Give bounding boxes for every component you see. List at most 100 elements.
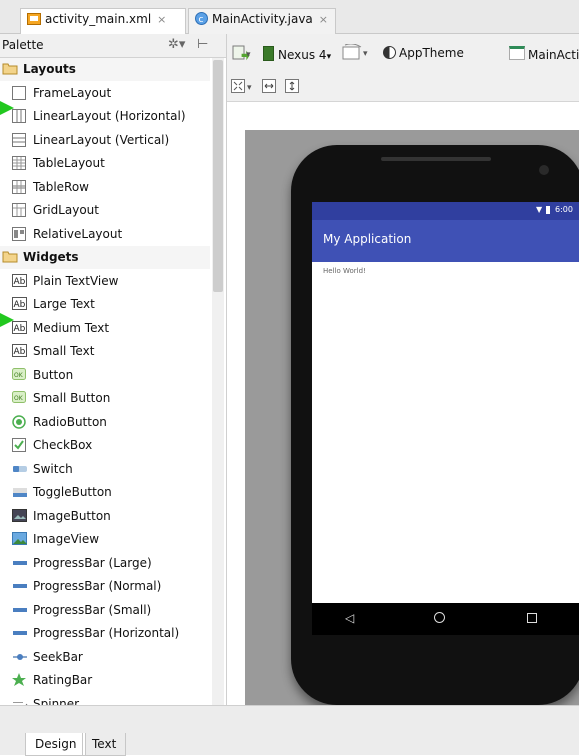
palette-item-label: Small Button bbox=[33, 391, 111, 405]
svg-text:OK: OK bbox=[14, 372, 24, 379]
svg-text:OK: OK bbox=[14, 395, 24, 402]
phone-screen[interactable]: Hello World! bbox=[312, 202, 579, 635]
tab-main-activity-java[interactable]: c MainActivity.java × bbox=[188, 8, 336, 34]
editor-tab-bar: activity_main.xml × c MainActivity.java × bbox=[0, 0, 579, 34]
ok-button-icon: OK bbox=[12, 367, 28, 382]
hello-world-text[interactable]: Hello World! bbox=[323, 267, 366, 275]
tab-design[interactable]: Design bbox=[25, 733, 87, 756]
palette-item-progressbar-small[interactable]: ProgressBar (Small) bbox=[0, 599, 210, 622]
designer-toolbar: ▾ Nexus 4▾ ▾ AppTheme MainActi bbox=[227, 34, 579, 74]
tab-activity-main-xml[interactable]: activity_main.xml × bbox=[20, 8, 186, 34]
radio-icon bbox=[12, 414, 28, 429]
ok-button-icon: OK bbox=[12, 391, 28, 405]
palette-item-switch[interactable]: Switch bbox=[0, 458, 210, 481]
text-ab-icon: Ab bbox=[12, 344, 28, 358]
gear-icon[interactable]: ✲▾ bbox=[168, 37, 185, 52]
tab-text[interactable]: Text bbox=[82, 733, 127, 756]
palette-item-medium-text[interactable]: Ab Medium Text bbox=[0, 317, 210, 340]
palette-item-label: ProgressBar (Horizontal) bbox=[33, 626, 180, 640]
palette-item-label: GridLayout bbox=[33, 203, 99, 217]
palette-item-small-button[interactable]: OK Small Button bbox=[0, 387, 210, 410]
tab-label: MainActivity.java bbox=[212, 12, 313, 26]
palette-item-label: Large Text bbox=[33, 297, 95, 311]
grid-layout-icon bbox=[12, 203, 28, 217]
palette-item-imageview[interactable]: ImageView bbox=[0, 528, 210, 551]
recents-icon[interactable] bbox=[527, 613, 537, 623]
palette-item-label: ProgressBar (Small) bbox=[33, 602, 152, 617]
pointer-arrow-icon bbox=[0, 313, 14, 327]
palette-item-label: ImageButton bbox=[33, 508, 111, 523]
toggle-icon bbox=[12, 485, 28, 499]
palette-category-widgets[interactable]: Widgets bbox=[0, 246, 210, 269]
progress-icon bbox=[12, 603, 28, 617]
svg-text:Ab: Ab bbox=[14, 300, 26, 310]
theme-selector[interactable]: AppTheme bbox=[383, 46, 464, 60]
palette-item-seekbar[interactable]: SeekBar bbox=[0, 646, 210, 669]
zoom-options-icon[interactable]: ▾ bbox=[231, 79, 255, 98]
palette-item-linearlayout-horizontal[interactable]: LinearLayout (Horizontal) bbox=[0, 105, 210, 128]
pin-icon[interactable]: ⊢ bbox=[197, 37, 208, 52]
palette-scroll-thumb[interactable] bbox=[213, 60, 223, 292]
palette-item-checkbox[interactable]: CheckBox bbox=[0, 434, 210, 457]
palette-category-layouts[interactable]: Layouts bbox=[0, 58, 210, 81]
palette-item-button[interactable]: OK Button bbox=[0, 364, 210, 387]
app-title: My Application bbox=[323, 232, 412, 246]
svg-text:c: c bbox=[199, 15, 204, 25]
frame-layout-icon bbox=[12, 85, 28, 100]
table-layout-icon bbox=[12, 156, 28, 170]
palette-item-plain-textview[interactable]: Ab Plain TextView bbox=[0, 270, 210, 293]
device-orientation-icon[interactable]: ▾ bbox=[232, 45, 254, 64]
palette-panel: Palette ✲▾ ⊢ Layouts FrameLayout LinearLay… bbox=[0, 34, 227, 711]
navigation-bar: ◁ bbox=[312, 603, 579, 635]
palette-item-label: ToggleButton bbox=[33, 485, 112, 499]
folder-icon bbox=[2, 62, 18, 76]
activity-icon bbox=[509, 46, 525, 60]
palette-item-ratingbar[interactable]: RatingBar bbox=[0, 669, 210, 692]
activity-selector[interactable]: MainActi bbox=[509, 46, 579, 62]
palette-item-label: RatingBar bbox=[33, 673, 93, 687]
palette-item-small-text[interactable]: Ab Small Text bbox=[0, 340, 210, 363]
home-icon[interactable] bbox=[434, 612, 445, 623]
palette-item-label: FrameLayout bbox=[33, 85, 112, 100]
bottom-tab-bar: Design Text bbox=[0, 705, 579, 756]
palette-item-imagebutton[interactable]: ImageButton bbox=[0, 505, 210, 528]
close-icon[interactable]: × bbox=[319, 13, 328, 26]
linear-horizontal-icon bbox=[12, 109, 28, 123]
palette-item-label: Medium Text bbox=[33, 320, 110, 335]
palette-item-label: Widgets bbox=[23, 250, 79, 264]
palette-item-label: Button bbox=[33, 367, 74, 382]
battery-icon bbox=[546, 206, 550, 214]
palette-item-radiobutton[interactable]: RadioButton bbox=[0, 411, 210, 434]
palette-item-relativelayout[interactable]: RelativeLayout bbox=[0, 223, 210, 246]
status-bar: ▼ 6:00 bbox=[312, 202, 579, 220]
wifi-icon: ▼ bbox=[536, 205, 543, 214]
fit-height-icon[interactable] bbox=[285, 79, 300, 97]
device-selector[interactable]: Nexus 4▾ bbox=[263, 46, 331, 62]
orientation-selector[interactable]: ▾ bbox=[342, 43, 372, 63]
image-button-icon bbox=[12, 508, 28, 523]
close-icon[interactable]: × bbox=[157, 13, 166, 26]
phone-speaker bbox=[381, 157, 491, 161]
palette-item-framelayout[interactable]: FrameLayout bbox=[0, 82, 210, 105]
palette-item-gridlayout[interactable]: GridLayout bbox=[0, 199, 210, 222]
palette-item-tablerow[interactable]: TableRow bbox=[0, 176, 210, 199]
palette-item-progressbar-normal[interactable]: ProgressBar (Normal) bbox=[0, 575, 210, 598]
layout-file-icon bbox=[27, 12, 41, 28]
status-time: 6:00 bbox=[555, 205, 573, 214]
palette-item-label: ProgressBar (Normal) bbox=[33, 579, 162, 593]
activity-label: MainActi bbox=[528, 48, 579, 62]
folder-icon bbox=[2, 250, 18, 264]
palette-item-linearlayout-vertical[interactable]: LinearLayout (Vertical) bbox=[0, 129, 210, 152]
svg-text:▾: ▾ bbox=[247, 83, 252, 93]
palette-item-togglebutton[interactable]: ToggleButton bbox=[0, 481, 210, 504]
palette-item-large-text[interactable]: Ab Large Text bbox=[0, 293, 210, 316]
palette-item-label: SeekBar bbox=[33, 649, 83, 664]
palette-item-progressbar-horizontal[interactable]: ProgressBar (Horizontal) bbox=[0, 622, 210, 645]
back-icon[interactable]: ◁ bbox=[345, 611, 354, 625]
svg-text:▾: ▾ bbox=[363, 49, 368, 59]
fit-width-icon[interactable] bbox=[262, 79, 277, 97]
palette-item-tablelayout[interactable]: TableLayout bbox=[0, 152, 210, 175]
palette-item-progressbar-large[interactable]: ProgressBar (Large) bbox=[0, 552, 210, 575]
palette-header: Palette ✲▾ ⊢ bbox=[0, 34, 226, 58]
progress-icon bbox=[12, 626, 28, 640]
